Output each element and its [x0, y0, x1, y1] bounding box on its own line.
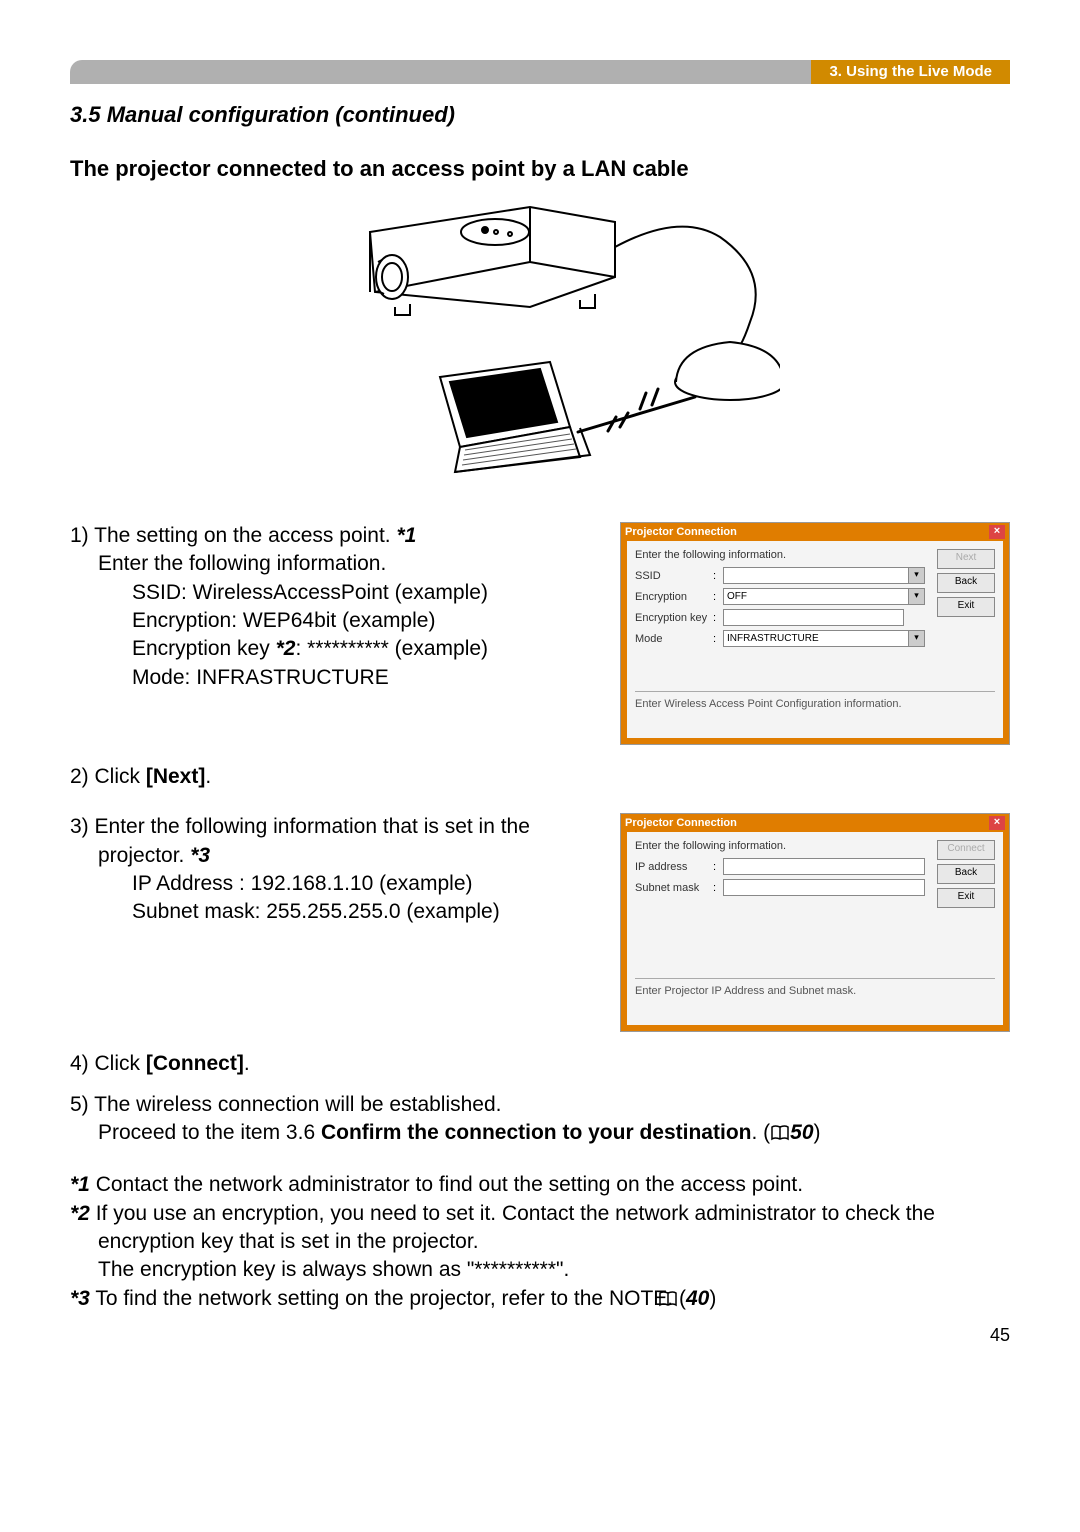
step-1-text: 1) The setting on the access point. *1 E…: [70, 522, 600, 692]
mode-label: Mode: [635, 633, 713, 645]
connect-button[interactable]: Connect: [937, 840, 995, 860]
fn3-ref: 40: [686, 1287, 709, 1310]
dialog2-status: Enter Projector IP Address and Subnet ma…: [635, 978, 995, 1021]
step1-line2: Enter the following information.: [70, 550, 600, 578]
exit-button[interactable]: Exit: [937, 888, 995, 908]
close-icon[interactable]: ×: [989, 816, 1005, 830]
fn3-label: *3: [70, 1287, 90, 1310]
step5-line2c: . (: [751, 1121, 770, 1144]
encryption-key-label: Encryption key: [635, 612, 713, 624]
dialog2-instruction: Enter the following information.: [635, 840, 931, 852]
step1-key-a: Encryption key: [132, 637, 276, 660]
step2-a: 2) Click: [70, 765, 146, 788]
ssid-label: SSID: [635, 570, 713, 582]
fn2-text1: If you use an encryption, you need to se…: [90, 1202, 935, 1253]
subnet-mask-label: Subnet mask: [635, 882, 713, 894]
page-header-bar: 3. Using the Live Mode: [70, 60, 1010, 84]
header-section-label: 3. Using the Live Mode: [811, 60, 1010, 84]
page-number: 45: [70, 1325, 1010, 1346]
manual-ref-icon: [770, 1121, 790, 1149]
ssid-dropdown-icon[interactable]: ▾: [908, 567, 925, 584]
step1-encr: Encryption: WEP64bit (example): [70, 607, 600, 635]
ip-address-input[interactable]: [723, 858, 925, 875]
step4-b: [Connect]: [146, 1052, 244, 1075]
fn2-label: *2: [70, 1202, 90, 1225]
exit-button[interactable]: Exit: [937, 597, 995, 617]
dialog-ip-config: Projector Connection × Enter the followi…: [620, 813, 1010, 1032]
encryption-key-input[interactable]: [723, 609, 904, 626]
step5-line1: 5) The wireless connection will be estab…: [70, 1091, 1010, 1119]
section-title: 3.5 Manual configuration (continued): [70, 102, 1010, 128]
step5-line2b: Confirm the connection to your destinati…: [321, 1121, 752, 1144]
dialog1-status: Enter Wireless Access Point Configuratio…: [635, 691, 995, 734]
subsection-heading: The projector connected to an access poi…: [70, 156, 1010, 182]
fn3-text: To find the network setting on the proje…: [90, 1287, 686, 1310]
back-button[interactable]: Back: [937, 864, 995, 884]
encryption-select[interactable]: OFF: [723, 588, 909, 605]
diagram-svg: [300, 202, 780, 492]
ip-address-label: IP address: [635, 861, 713, 873]
footnote-1: *1 Contact the network administrator to …: [70, 1171, 1010, 1199]
step1-ssid: SSID: WirelessAccessPoint (example): [70, 579, 600, 607]
step-3-text: 3) Enter the following information that …: [70, 813, 600, 926]
step1-line: 1) The setting on the access point.: [70, 524, 396, 547]
step1-key-b: : ********** (example): [295, 637, 488, 660]
dialog1-title: Projector Connection: [625, 526, 737, 538]
step3-mask: Subnet mask: 255.255.255.0 (example): [70, 898, 600, 926]
footnote-2: *2 If you use an encryption, you need to…: [70, 1200, 1010, 1285]
step3-line: 3) Enter the following information that …: [70, 815, 530, 866]
step5-line2d: ): [814, 1121, 821, 1144]
step-5-text: 5) The wireless connection will be estab…: [70, 1091, 1010, 1150]
close-icon[interactable]: ×: [989, 525, 1005, 539]
dialog-wireless-config: Projector Connection × Enter the followi…: [620, 522, 1010, 745]
ssid-input[interactable]: [723, 567, 909, 584]
subnet-mask-input[interactable]: [723, 879, 925, 896]
footnote-ref-1: *1: [396, 524, 416, 547]
dialog2-title: Projector Connection: [625, 817, 737, 829]
connection-diagram: [70, 202, 1010, 492]
mode-select[interactable]: INFRASTRUCTURE: [723, 630, 909, 647]
step-4-text: 4) Click [Connect].: [70, 1050, 1010, 1078]
back-button[interactable]: Back: [937, 573, 995, 593]
step5-ref: 50: [790, 1121, 813, 1144]
step4-c: .: [244, 1052, 250, 1075]
encryption-dropdown-icon[interactable]: ▾: [908, 588, 925, 605]
step3-ip: IP Address : 192.168.1.10 (example): [70, 870, 600, 898]
encryption-label: Encryption: [635, 591, 713, 603]
dialog1-instruction: Enter the following information.: [635, 549, 931, 561]
fn3-tail: ): [709, 1287, 716, 1310]
footnote-3: *3 To find the network setting on the pr…: [70, 1285, 1010, 1315]
next-button[interactable]: Next: [937, 549, 995, 569]
mode-dropdown-icon[interactable]: ▾: [908, 630, 925, 647]
fn2-text2: The encryption key is always shown as "*…: [70, 1256, 1010, 1284]
step2-c: .: [205, 765, 211, 788]
step5-line2a: Proceed to the item 3.6: [98, 1121, 321, 1144]
step-2-text: 2) Click [Next].: [70, 763, 1010, 791]
footnote-ref-2: *2: [276, 637, 296, 660]
footnote-ref-3: *3: [190, 844, 210, 867]
step1-mode: Mode: INFRASTRUCTURE: [70, 664, 600, 692]
fn1-label: *1: [70, 1173, 90, 1196]
fn1-text: Contact the network administrator to fin…: [90, 1173, 803, 1196]
step4-a: 4) Click: [70, 1052, 146, 1075]
step2-b: [Next]: [146, 765, 206, 788]
